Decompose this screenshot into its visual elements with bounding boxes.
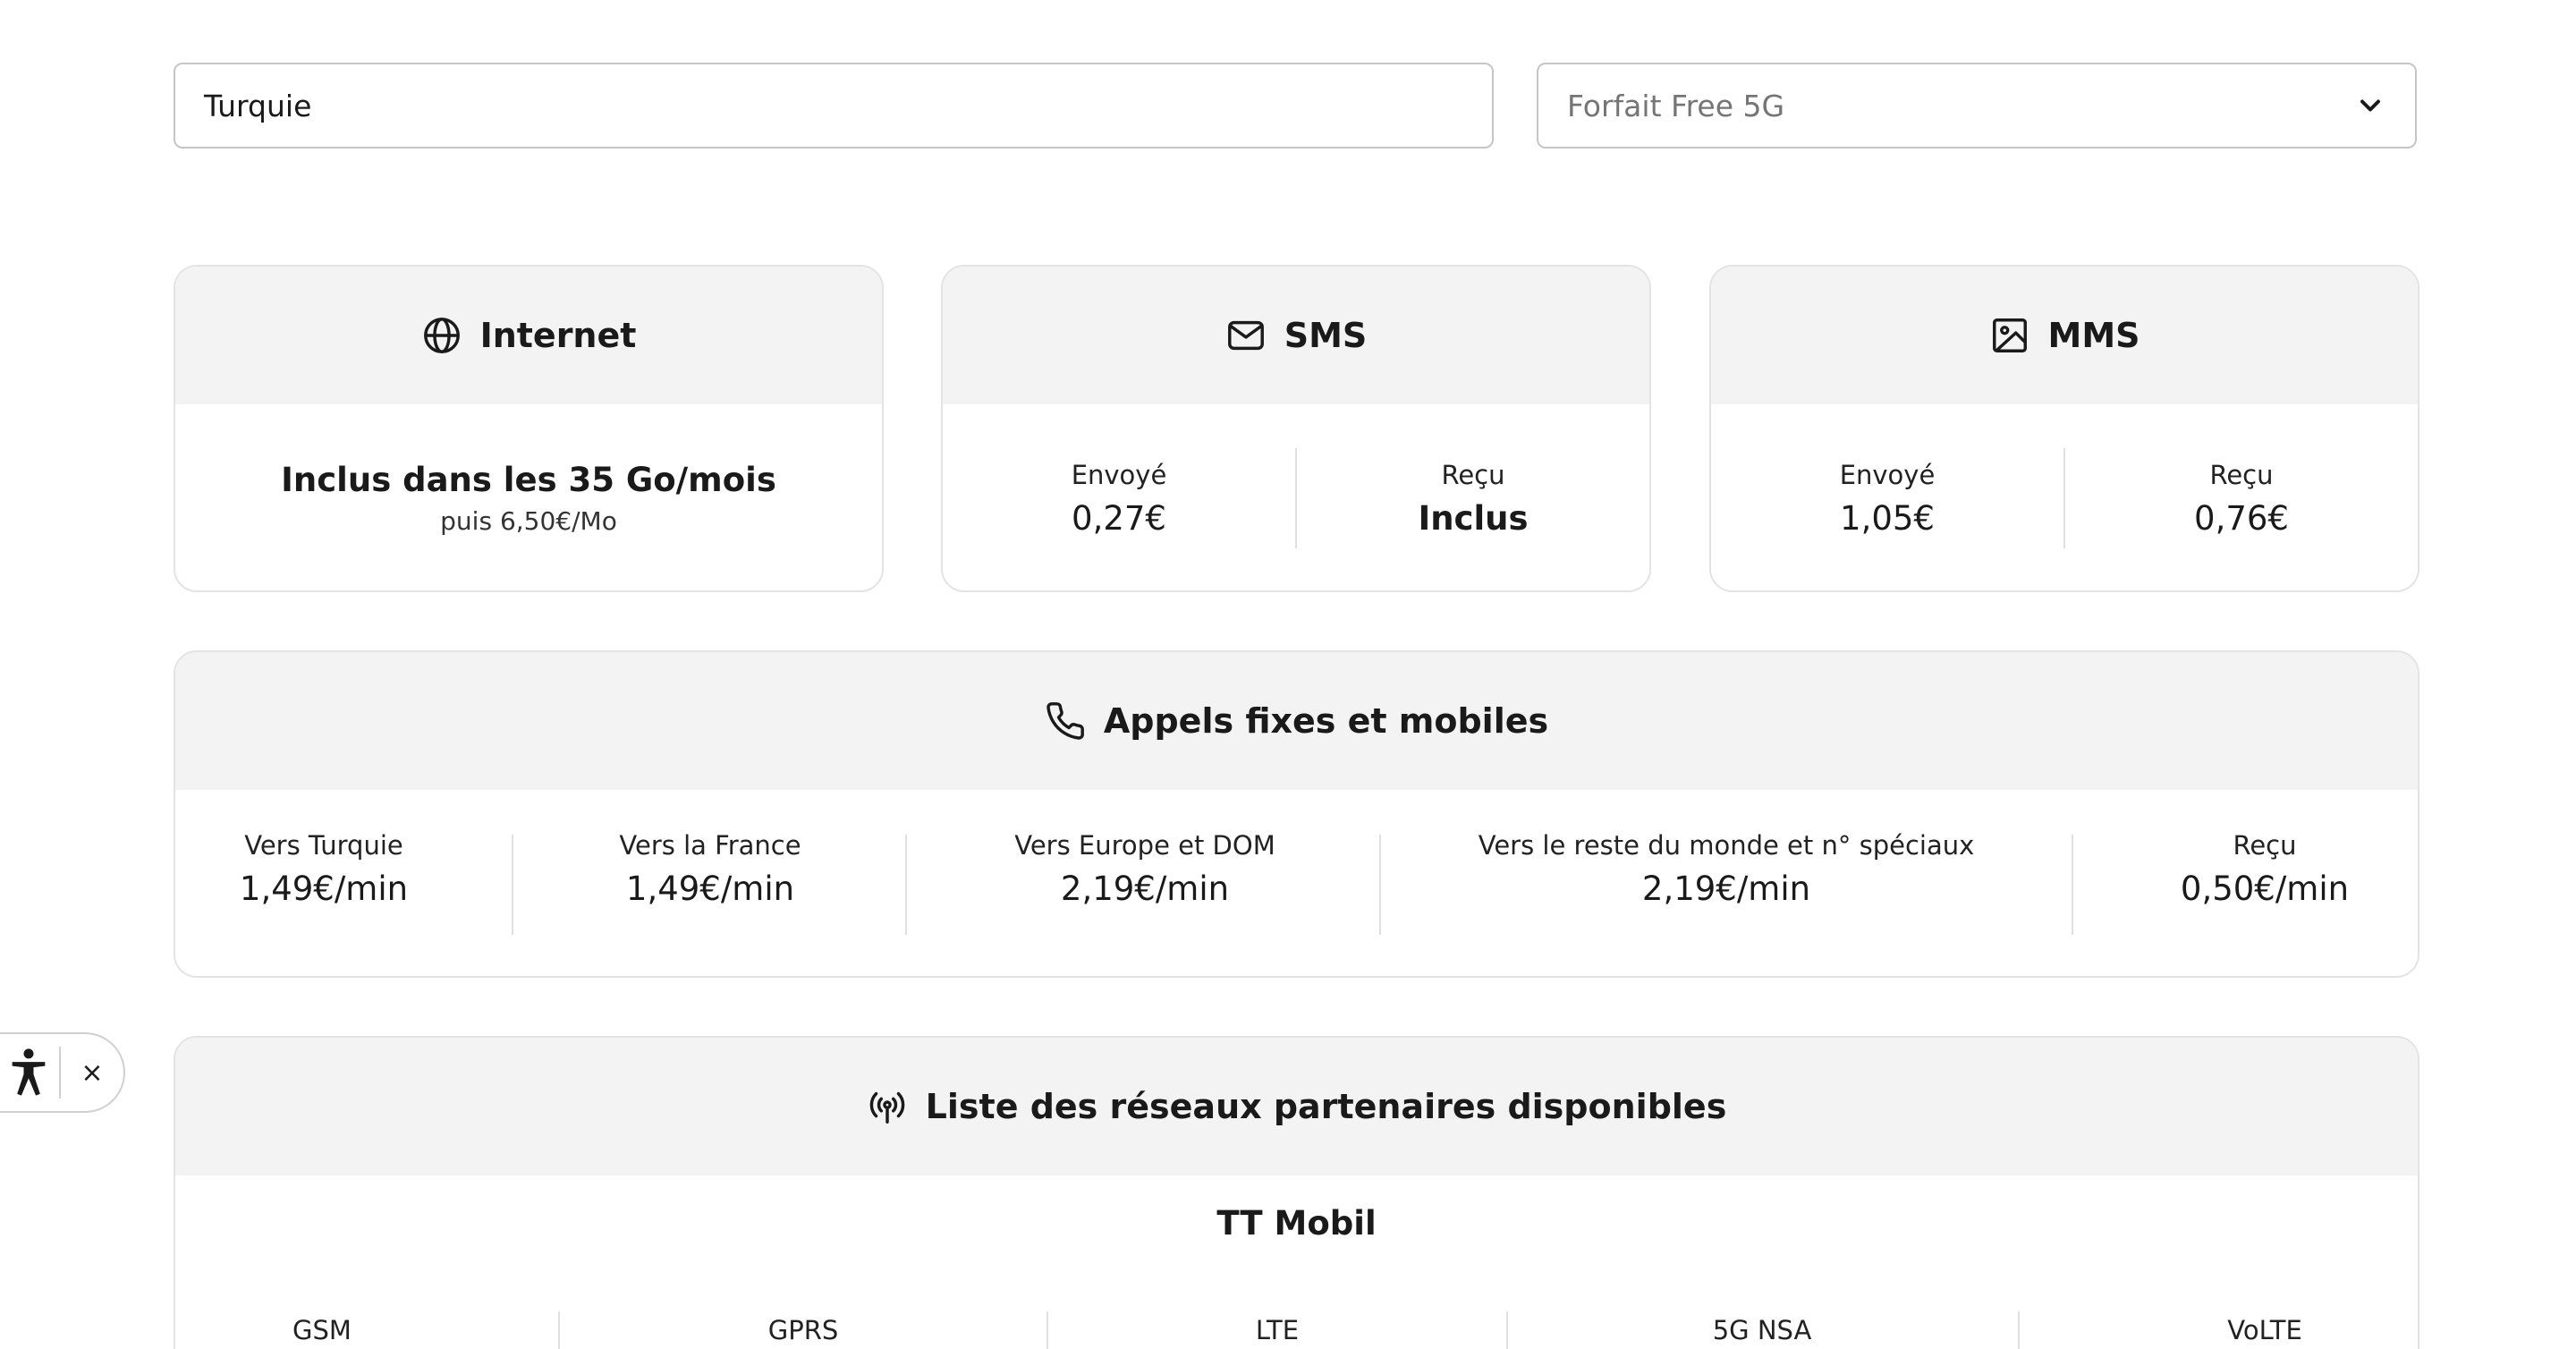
operator-name: TT Mobil xyxy=(1216,1204,1377,1243)
networks-card-header: Liste des réseaux partenaires disponible… xyxy=(175,1038,2418,1175)
accessibility-button[interactable] xyxy=(0,1034,59,1111)
mms-received-price: 0,76€ xyxy=(2194,498,2289,538)
call-rate-label: Vers Europe et DOM xyxy=(1014,830,1275,861)
sms-card-header: SMS xyxy=(943,267,1649,404)
call-rate-france: Vers la France 1,49€/min xyxy=(619,830,801,908)
internet-overage-price: puis 6,50€/Mo xyxy=(440,506,617,536)
call-rate-label: Vers Turquie xyxy=(244,830,403,861)
calls-title: Appels fixes et mobiles xyxy=(1103,701,1549,741)
call-rate-price: 1,49€/min xyxy=(239,870,409,908)
sms-title: SMS xyxy=(1284,316,1368,355)
call-rate-price: 0,50€/min xyxy=(2180,870,2350,908)
column-divider xyxy=(512,835,513,935)
call-rate-label: Reçu xyxy=(2233,830,2297,861)
call-rate-received: Reçu 0,50€/min xyxy=(2181,830,2349,908)
network-tech: 5G NSA xyxy=(1712,1315,1812,1345)
call-rate-europe: Vers Europe et DOM 2,19€/min xyxy=(1014,830,1275,908)
column-divider xyxy=(2072,835,2073,935)
accessibility-icon xyxy=(12,1048,46,1096)
networks-card: Liste des réseaux partenaires disponible… xyxy=(174,1036,2419,1349)
plan-select-value: Forfait Free 5G xyxy=(1567,88,1785,123)
sms-card: SMS Envoyé 0,27€ Reçu Inclus xyxy=(941,265,1651,592)
column-divider xyxy=(1506,1311,1508,1349)
country-input[interactable]: Turquie xyxy=(174,63,1494,148)
column-divider xyxy=(2018,1311,2020,1349)
internet-card-header: Internet xyxy=(175,267,882,404)
close-button[interactable]: × xyxy=(61,1057,123,1089)
call-rate-turkey: Vers Turquie 1,49€/min xyxy=(240,830,408,908)
column-divider xyxy=(558,1311,560,1349)
phone-icon xyxy=(1046,702,1084,740)
call-rate-price: 2,19€/min xyxy=(1060,870,1230,908)
plan-select[interactable]: Forfait Free 5G xyxy=(1537,63,2417,148)
internet-title: Internet xyxy=(479,316,637,355)
call-rate-label: Vers le reste du monde et n° spéciaux xyxy=(1478,830,1975,861)
mms-sent-price: 1,05€ xyxy=(1840,498,1935,538)
globe-icon xyxy=(423,318,460,353)
image-icon xyxy=(1992,318,2027,352)
internet-card: Internet Inclus dans les 35 Go/mois puis… xyxy=(174,265,884,592)
mms-card-header: MMS xyxy=(1711,267,2418,404)
mms-card: MMS Envoyé 1,05€ Reçu 0,76€ xyxy=(1709,265,2419,592)
sms-received-price: Inclus xyxy=(1418,498,1529,538)
mms-sent-label: Envoyé xyxy=(1839,459,1936,490)
call-rate-price: 1,49€/min xyxy=(625,870,795,908)
calls-card-header: Appels fixes et mobiles xyxy=(175,652,2418,790)
network-tech: LTE xyxy=(1255,1315,1300,1345)
column-divider xyxy=(905,835,907,935)
mms-title: MMS xyxy=(2047,316,2140,355)
networks-title: Liste des réseaux partenaires disponible… xyxy=(925,1087,1727,1126)
mms-received-label: Reçu xyxy=(2209,459,2274,490)
calls-card: Appels fixes et mobiles Vers Turquie 1,4… xyxy=(174,650,2419,978)
sms-sent-price: 0,27€ xyxy=(1072,498,1166,538)
internet-allowance: Inclus dans les 35 Go/mois xyxy=(281,461,776,499)
call-rate-world: Vers le reste du monde et n° spéciaux 2,… xyxy=(1479,830,1975,908)
country-input-value: Turquie xyxy=(204,88,312,123)
network-tech: GPRS xyxy=(767,1315,839,1345)
network-tech: VoLTE xyxy=(2227,1315,2302,1345)
column-divider xyxy=(1046,1311,1048,1349)
network-tech: GSM xyxy=(292,1315,352,1345)
column-divider xyxy=(1379,835,1381,935)
accessibility-widget: × xyxy=(0,1032,125,1113)
sms-received-label: Reçu xyxy=(1441,459,1505,490)
antenna-icon xyxy=(869,1091,905,1124)
chevron-down-icon xyxy=(2360,99,2380,112)
call-rate-label: Vers la France xyxy=(619,830,801,861)
call-rate-price: 2,19€/min xyxy=(1641,870,1811,908)
mail-icon xyxy=(1227,320,1264,351)
sms-sent-label: Envoyé xyxy=(1071,459,1167,490)
